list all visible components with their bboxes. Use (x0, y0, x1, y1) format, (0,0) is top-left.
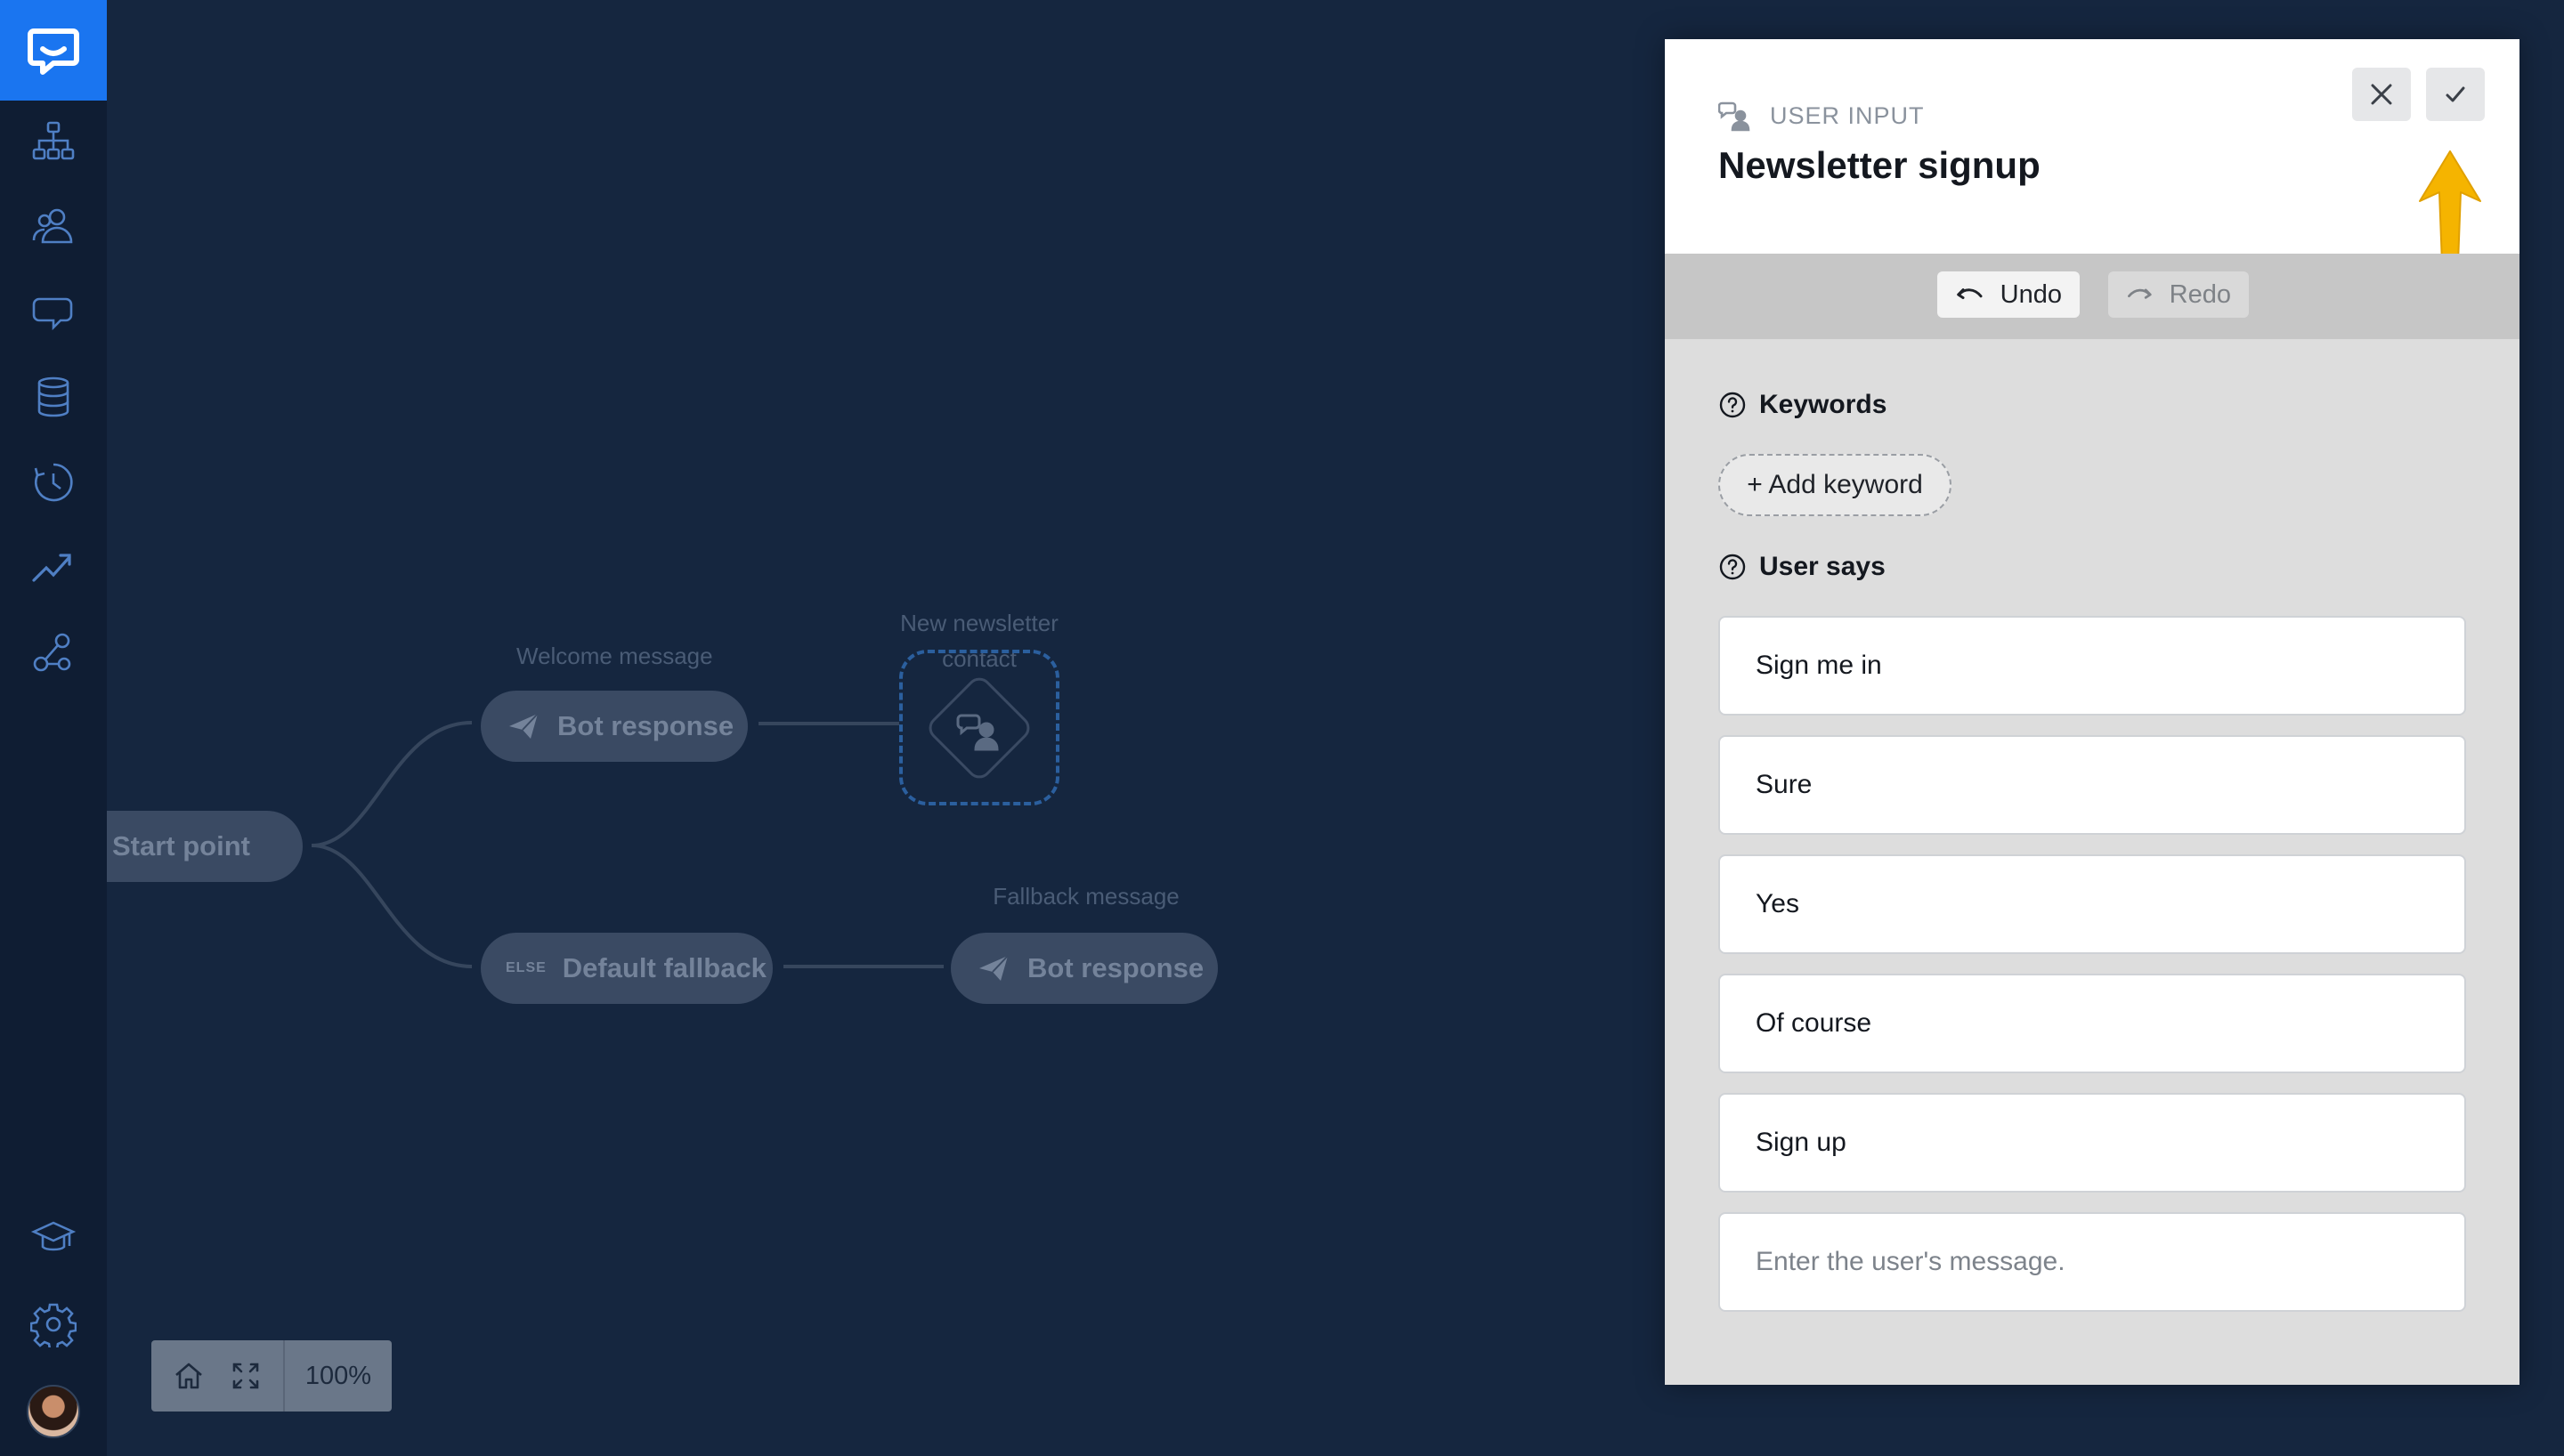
welcome-message-label: Welcome message (516, 643, 713, 669)
confirm-button[interactable] (2426, 68, 2485, 121)
paper-plane-icon (979, 955, 1009, 981)
help-circle-icon[interactable] (1718, 553, 1747, 581)
close-button[interactable] (2352, 68, 2411, 121)
redo-icon (2128, 288, 2152, 299)
help-circle-icon[interactable] (1718, 391, 1747, 419)
start-point-label: Start point (112, 830, 250, 861)
user-input-icon (956, 714, 999, 751)
user-phrase-field[interactable]: Sure (1718, 735, 2466, 835)
user-phrase-field[interactable]: Of course (1718, 974, 2466, 1073)
add-keyword-button[interactable]: + Add keyword (1718, 454, 1951, 516)
user-phrase-field[interactable]: Yes (1718, 854, 2466, 954)
user-input-icon (1718, 101, 1750, 132)
redo-button[interactable]: Redo (2108, 271, 2249, 318)
new-newsletter-contact-node[interactable] (899, 650, 1059, 805)
node-editor-panel: USER INPUT Newsletter signup Undo Redo K… (1665, 39, 2519, 1385)
keywords-heading: Keywords (1718, 390, 1886, 420)
panel-header: USER INPUT Newsletter signup (1665, 39, 2519, 287)
user-says-heading-label: User says (1759, 552, 1886, 581)
user-phrase-field[interactable]: Sign me in (1718, 616, 2466, 716)
welcome-bot-response-label: Bot response (557, 710, 734, 741)
node-type-label: USER INPUT (1770, 101, 1925, 129)
zoom-level[interactable]: 100% (285, 1362, 392, 1391)
checkmark-icon (2446, 86, 2465, 102)
fallback-bot-response-label: Bot response (1027, 952, 1205, 983)
paper-plane-icon (509, 713, 539, 739)
user-says-heading: User says (1718, 552, 1886, 582)
undo-label: Undo (2000, 279, 2062, 309)
node-type: USER INPUT (1718, 98, 1925, 133)
user-phrase-field[interactable]: Sign up (1718, 1093, 2466, 1193)
fallback-message-label: Fallback message (993, 883, 1180, 910)
start-point-node[interactable]: Start point (107, 811, 303, 882)
home-icon (175, 1363, 202, 1389)
keywords-heading-label: Keywords (1759, 390, 1887, 419)
default-fallback-label: Default fallback (562, 952, 767, 983)
panel-title: Newsletter signup (1718, 144, 2041, 186)
undo-redo-bar: Undo Redo (1665, 254, 2519, 339)
undo-icon (1957, 288, 1983, 300)
fallback-bot-response-node[interactable]: Bot response (951, 933, 1218, 1004)
default-fallback-node[interactable]: ELSE Default fallback (481, 933, 773, 1004)
zoom-controls: 100% (151, 1340, 392, 1412)
else-tag: ELSE (506, 960, 547, 975)
home-button[interactable] (160, 1340, 217, 1412)
expand-icon (232, 1363, 259, 1389)
flow-connectors (311, 721, 944, 968)
undo-button[interactable]: Undo (1937, 271, 2080, 318)
redo-label: Redo (2169, 279, 2231, 309)
fit-screen-button[interactable] (217, 1340, 274, 1412)
new-user-message-input[interactable] (1718, 1212, 2466, 1312)
close-icon (2371, 84, 2392, 105)
welcome-bot-response-node[interactable]: Bot response (481, 691, 748, 762)
